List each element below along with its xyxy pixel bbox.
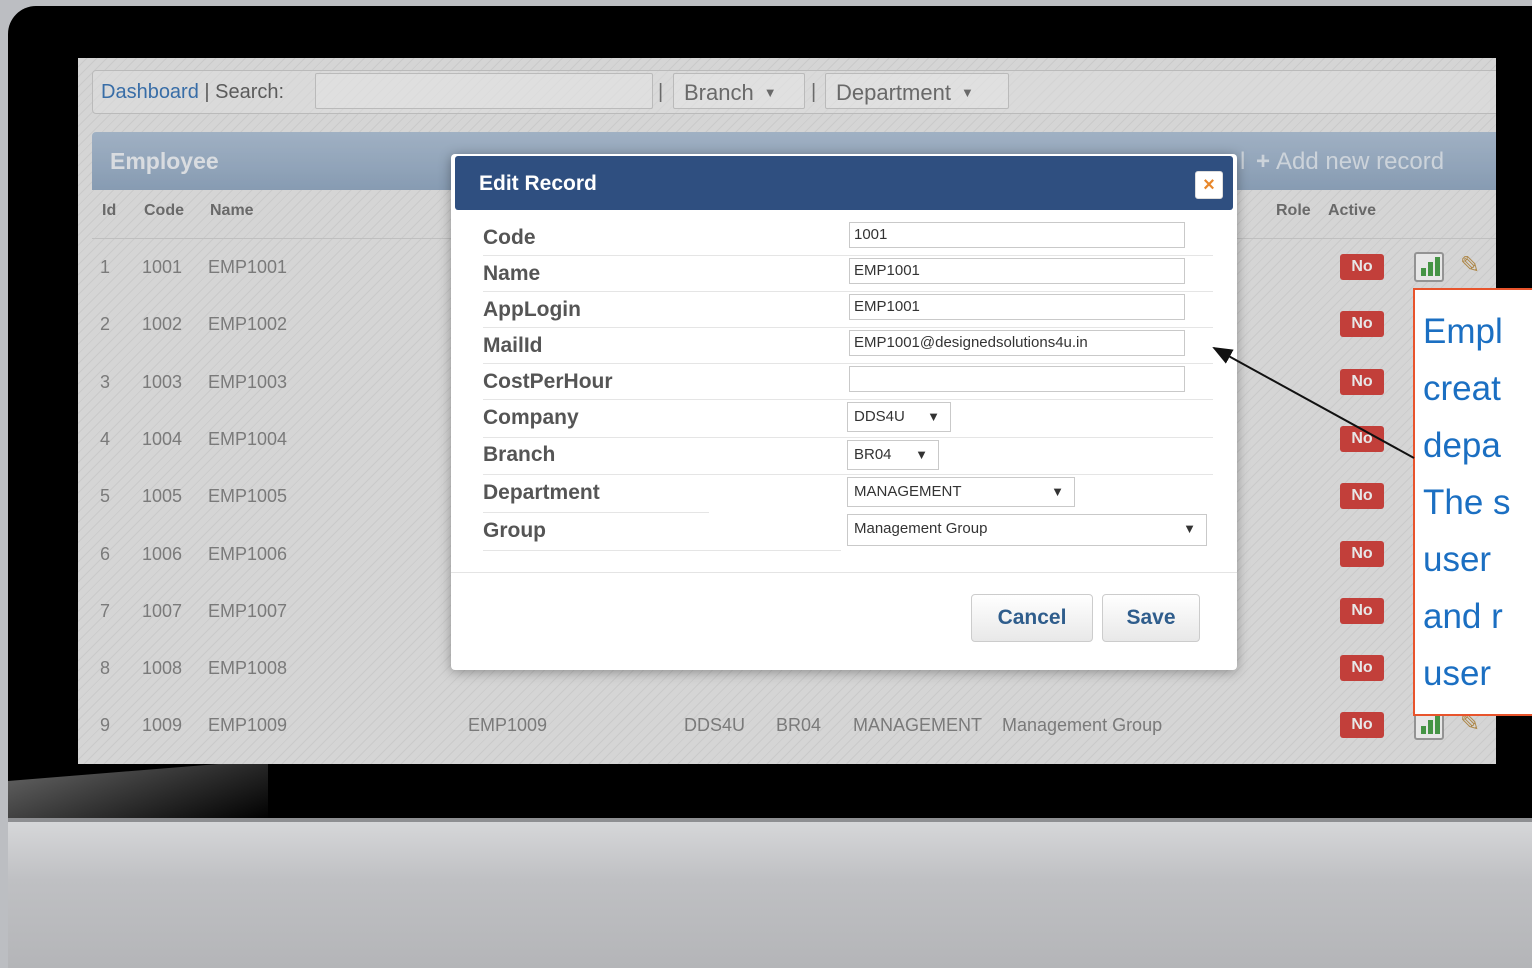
department-label: Department [483, 481, 600, 504]
caret-down-icon: ▼ [1183, 521, 1196, 536]
callout-line: user [1423, 654, 1492, 693]
callout-line: Empl [1423, 312, 1503, 351]
callout-line: depa [1423, 426, 1501, 465]
callout-line: The s [1423, 483, 1511, 522]
costperhour-label: CostPerHour [483, 370, 613, 393]
caret-down-icon: ▼ [915, 447, 928, 462]
field-divider [483, 363, 1213, 364]
name-label: Name [483, 262, 541, 285]
dialog-footer-divider [451, 572, 1237, 573]
callout-line: and r [1423, 597, 1503, 636]
field-divider [483, 291, 1213, 292]
callout-line: creat [1423, 369, 1501, 408]
slide-base [8, 822, 1532, 968]
mailid-label: MailId [483, 334, 543, 357]
company-select-value: DDS4U [854, 408, 905, 425]
branch-select-value: BR04 [854, 446, 892, 463]
branch-label: Branch [483, 443, 556, 466]
field-divider [483, 255, 1213, 256]
close-icon[interactable]: × [1195, 171, 1223, 199]
save-button[interactable]: Save [1102, 594, 1200, 642]
annotation-callout: Empl creat depa The s user and r user [1413, 288, 1532, 716]
costperhour-field[interactable] [849, 366, 1185, 392]
company-label: Company [483, 406, 579, 429]
field-divider [483, 437, 1213, 438]
company-select[interactable]: DDS4U ▼ [847, 402, 951, 432]
dialog-title: Edit Record [479, 172, 597, 195]
department-select-value: MANAGEMENT [854, 483, 962, 500]
department-select[interactable]: MANAGEMENT ▼ [847, 477, 1075, 507]
field-divider [483, 512, 709, 513]
field-divider [483, 474, 1213, 475]
field-divider [483, 550, 841, 551]
callout-line: user [1423, 540, 1492, 579]
mailid-field[interactable]: EMP1001@designedsolutions4u.in [849, 330, 1185, 356]
code-label: Code [483, 226, 536, 249]
branch-select[interactable]: BR04 ▼ [847, 440, 939, 470]
field-divider [483, 327, 1213, 328]
cancel-button[interactable]: Cancel [971, 594, 1093, 642]
group-label: Group [483, 519, 546, 542]
group-select-value: Management Group [854, 520, 988, 537]
field-divider [483, 399, 1213, 400]
applogin-field[interactable]: EMP1001 [849, 294, 1185, 320]
applogin-label: AppLogin [483, 298, 581, 321]
name-field[interactable]: EMP1001 [849, 258, 1185, 284]
caret-down-icon: ▼ [927, 409, 940, 424]
edit-record-dialog: Edit Record × Code 1001 Name EMP1001 App… [451, 154, 1237, 670]
code-field[interactable]: 1001 [849, 222, 1185, 248]
group-select[interactable]: Management Group ▼ [847, 514, 1207, 546]
caret-down-icon: ▼ [1051, 484, 1064, 499]
dialog-header: Edit Record × [455, 156, 1233, 210]
